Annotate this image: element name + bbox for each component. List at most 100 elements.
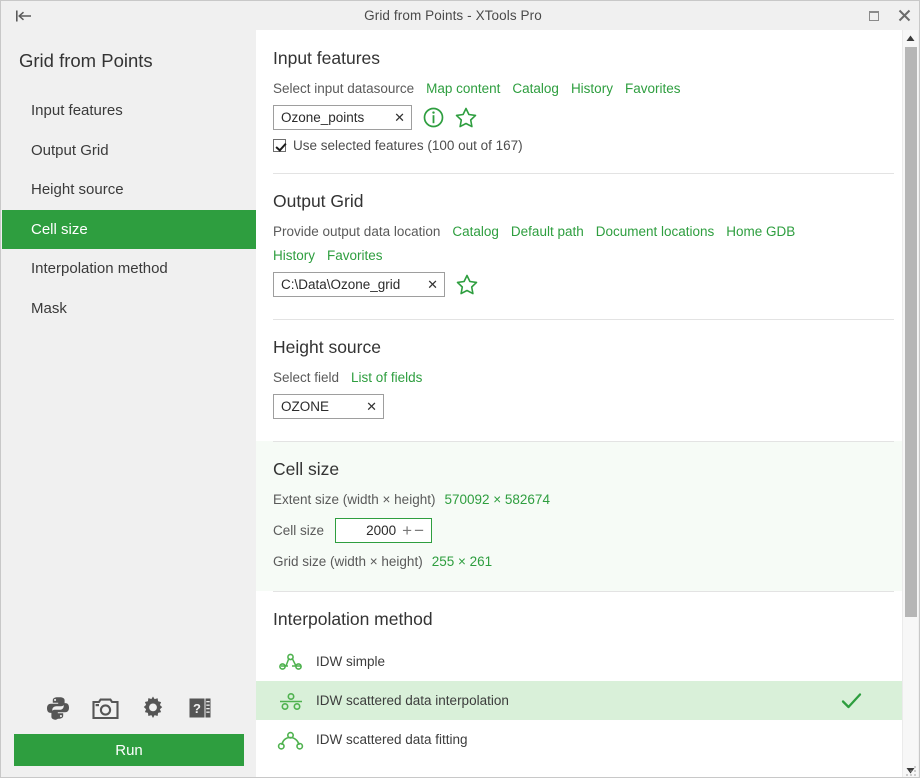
output-path-row: C:\Data\Ozone_grid ✕ [273, 272, 887, 319]
section-interpolation-method: Interpolation method IDW simple IDW scat… [256, 591, 904, 759]
close-icon [898, 9, 910, 22]
section-title: Input features [273, 48, 381, 68]
window-controls [859, 1, 919, 30]
decrement-button[interactable]: − [413, 522, 425, 539]
input-datasource-prompt: Select input datasource [273, 81, 415, 96]
section-title: Cell size [273, 459, 340, 479]
grid-size-value: 255 × 261 [431, 554, 493, 569]
arc-nodes-icon [273, 728, 309, 752]
star-icon[interactable] [456, 274, 478, 295]
link-history[interactable]: History [273, 248, 315, 263]
clear-icon[interactable]: ✕ [417, 278, 438, 291]
close-button[interactable] [889, 1, 919, 30]
extent-size-row: Extent size (width × height) 570092 × 58… [273, 492, 887, 507]
link-favorites[interactable]: Favorites [327, 248, 383, 263]
use-selected-features-checkbox[interactable] [273, 139, 286, 152]
grid-size-row: Grid size (width × height) 255 × 261 [273, 554, 887, 591]
output-path-field[interactable]: C:\Data\Ozone_grid ✕ [273, 272, 445, 297]
svg-text:?: ? [193, 701, 201, 716]
method-label: IDW simple [316, 654, 386, 669]
sidebar-item-label: Height source [31, 181, 124, 199]
link-map-content[interactable]: Map content [426, 81, 500, 96]
run-button-label: Run [115, 741, 143, 759]
select-field-prompt: Select field [273, 370, 340, 385]
link-home-gdb[interactable]: Home GDB [726, 224, 795, 239]
section-title: Interpolation method [273, 609, 433, 629]
restore-icon [869, 10, 879, 21]
restore-button[interactable] [859, 1, 889, 30]
link-catalog[interactable]: Catalog [452, 224, 499, 239]
method-label: IDW scattered data fitting [316, 732, 468, 747]
scatter-line-icon [273, 689, 309, 713]
cell-size-label: Cell size [273, 523, 325, 538]
extent-size-value: 570092 × 582674 [444, 492, 550, 507]
link-catalog[interactable]: Catalog [512, 81, 559, 96]
grid-size-label: Grid size (width × height) [273, 554, 423, 569]
sidebar-item-height-source[interactable]: Height source [2, 170, 256, 210]
section-input-features: Input features Select input datasource M… [256, 30, 904, 173]
help-notebook-icon[interactable]: ? [187, 695, 213, 721]
sidebar-item-interpolation-method[interactable]: Interpolation method [2, 249, 256, 289]
section-title: Output Grid [273, 191, 364, 211]
input-datasource-field[interactable]: Ozone_points ✕ [273, 105, 412, 130]
sidebar-item-mask[interactable]: Mask [2, 289, 256, 329]
nodes-link-icon [273, 650, 309, 674]
content-scrollbar[interactable] [902, 30, 918, 777]
sidebar-item-label: Input features [31, 102, 123, 120]
info-icon[interactable] [423, 107, 444, 128]
sidebar-item-label: Output Grid [31, 141, 109, 159]
method-idw-scattered-data-interpolation[interactable]: IDW scattered data interpolation [256, 681, 904, 720]
link-document-locations[interactable]: Document locations [596, 224, 715, 239]
gear-icon[interactable] [140, 695, 166, 721]
use-selected-features-label: Use selected features (100 out of 167) [293, 138, 523, 153]
settings-pane: Input features Select input datasource M… [256, 30, 904, 777]
height-field-row: OZONE ✕ [273, 394, 887, 441]
clear-icon[interactable]: ✕ [384, 111, 405, 124]
increment-button[interactable]: + [401, 522, 413, 539]
cell-size-stepper[interactable]: 2000 + − [335, 518, 433, 543]
output-location-links-row1: Provide output data location Catalog Def… [273, 224, 887, 239]
sidebar-footer: ? Run [2, 695, 256, 777]
scrollbar-thumb[interactable] [905, 47, 917, 617]
sidebar-item-cell-size[interactable]: Cell size [2, 209, 256, 249]
height-field-value: OZONE [281, 399, 330, 414]
section-output-grid: Output Grid Provide output data location… [256, 173, 904, 319]
clear-icon[interactable]: ✕ [356, 400, 377, 413]
method-idw-simple[interactable]: IDW simple [256, 642, 904, 681]
method-label: IDW scattered data interpolation [316, 693, 509, 708]
link-default-path[interactable]: Default path [511, 224, 584, 239]
sidebar-nav: Input features Output Grid Height source… [2, 91, 256, 328]
link-favorites[interactable]: Favorites [625, 81, 681, 96]
input-datasource-row: Ozone_points ✕ [273, 105, 887, 130]
camera-icon[interactable] [92, 696, 119, 721]
input-datasource-links-row: Select input datasource Map content Cata… [273, 81, 887, 96]
resize-grip[interactable] [906, 764, 917, 776]
xtools-pro-window: Grid from Points - XTools Pro Grid from … [0, 0, 920, 778]
sidebar-item-input-features[interactable]: Input features [2, 91, 256, 131]
sidebar-item-label: Interpolation method [31, 260, 168, 278]
selected-check-icon [841, 692, 887, 710]
scroll-up-icon[interactable] [903, 30, 918, 46]
input-datasource-value: Ozone_points [281, 110, 365, 125]
run-button[interactable]: Run [14, 734, 244, 766]
sidebar-item-output-grid[interactable]: Output Grid [2, 131, 256, 171]
use-selected-features-row: Use selected features (100 out of 167) [273, 138, 887, 173]
sidebar: Grid from Points Input features Output G… [2, 30, 256, 777]
cell-size-row: Cell size 2000 + − [273, 518, 887, 543]
sidebar-title: Grid from Points [19, 50, 153, 71]
extent-size-label: Extent size (width × height) [273, 492, 436, 507]
height-field-links-row: Select field List of fields [273, 370, 887, 385]
method-idw-scattered-data-fitting[interactable]: IDW scattered data fitting [256, 720, 904, 759]
sidebar-item-label: Mask [31, 299, 67, 317]
sidebar-item-label: Cell size [31, 220, 88, 238]
star-icon[interactable] [455, 107, 477, 128]
output-location-links-row2: History Favorites [273, 248, 887, 263]
window-title: Grid from Points - XTools Pro [364, 8, 542, 23]
cell-size-value[interactable]: 2000 [340, 523, 401, 538]
output-location-prompt: Provide output data location [273, 224, 441, 239]
python-icon[interactable] [45, 695, 71, 721]
link-list-of-fields[interactable]: List of fields [351, 370, 422, 385]
height-field-input[interactable]: OZONE ✕ [273, 394, 384, 419]
collapse-left-icon[interactable] [1, 1, 47, 30]
link-history[interactable]: History [571, 81, 613, 96]
